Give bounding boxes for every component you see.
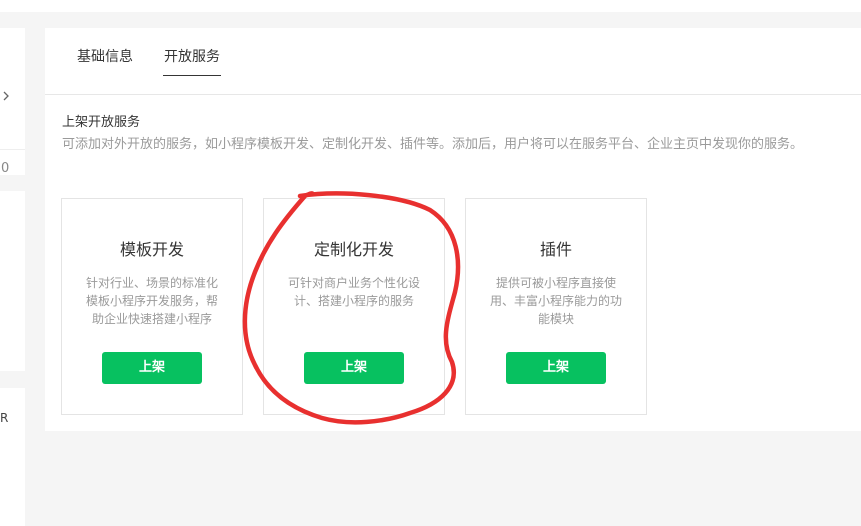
section-title: 上架开放服务 [62, 115, 141, 130]
card-title: 定制化开发 [313, 240, 394, 259]
card-description: 针对行业、场景的标准化模板小程序开发服务，帮助企业快速搭建小程序 [85, 276, 218, 326]
service-card-plugin: 插件 提供可被小程序直接使用、丰富小程序能力的功能模块 上架 [465, 198, 647, 415]
service-card-template: 模板开发 针对行业、场景的标准化模板小程序开发服务，帮助企业快速搭建小程序 上架 [61, 198, 243, 415]
card-description: 可针对商户业务个性化设计、搭建小程序的服务 [287, 276, 420, 308]
service-card-custom: 定制化开发 可针对商户业务个性化设计、搭建小程序的服务 上架 [263, 198, 445, 415]
service-cards: 模板开发 针对行业、场景的标准化模板小程序开发服务，帮助企业快速搭建小程序 上架… [61, 198, 661, 415]
card-description: 提供可被小程序直接使用、丰富小程序能力的功能模块 [489, 276, 622, 326]
card-title: 插件 [539, 240, 572, 259]
publish-button[interactable]: 上架 [304, 352, 404, 384]
publish-button[interactable]: 上架 [506, 352, 606, 384]
left-divider [0, 149, 25, 150]
section-description: 可添加对外开放的服务，如小程序模板开发、定制化开发、插件等。添加后，用户将可以在… [62, 137, 804, 152]
top-strip [0, 0, 861, 12]
tab-bar: 基础信息 开放服务 [45, 28, 861, 95]
left-sidebar-card [0, 191, 25, 371]
tab-open-services[interactable]: 开放服务 [163, 48, 221, 76]
page: 0 R 基础信息 开放服务 上架开放服务 可添加对外开放的服务，如小程序模板开发… [0, 0, 861, 526]
main-panel: 基础信息 开放服务 上架开放服务 可添加对外开放的服务，如小程序模板开发、定制化… [45, 28, 861, 431]
left-sidebar-card: 0 [0, 28, 25, 176]
chevron-right-icon[interactable] [2, 90, 12, 104]
tab-basic-info[interactable]: 基础信息 [77, 48, 133, 66]
card-title: 模板开发 [119, 240, 184, 259]
left-partial-text: R [0, 411, 9, 425]
left-sidebar-card: R [0, 388, 25, 526]
publish-button[interactable]: 上架 [102, 352, 202, 384]
left-partial-number: 0 [1, 161, 10, 176]
